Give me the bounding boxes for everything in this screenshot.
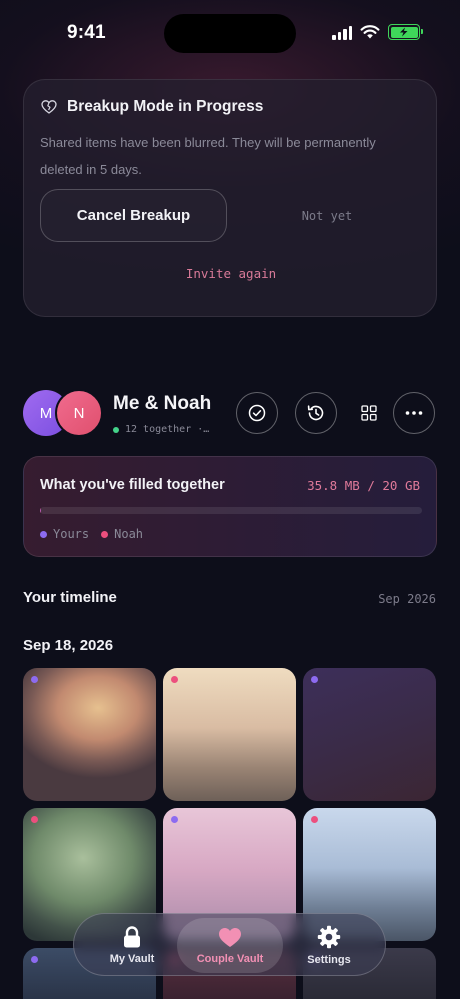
more-button[interactable] [393, 392, 435, 434]
couple-name: Me & Noah [113, 393, 212, 414]
couple-avatars[interactable]: M N [23, 389, 103, 437]
status-bar: 9:41 [0, 0, 460, 64]
check-button[interactable] [236, 392, 278, 434]
dynamic-island [164, 14, 296, 53]
heart-crack-icon [41, 100, 57, 114]
grid-icon [361, 405, 377, 421]
gear-icon [317, 925, 341, 949]
grid-view-button[interactable] [348, 392, 390, 434]
blurred-photo[interactable] [303, 668, 436, 801]
owner-dot-noah [311, 816, 318, 823]
history-button[interactable] [295, 392, 337, 434]
breakup-mode-card: Breakup Mode in Progress Shared items ha… [23, 79, 437, 317]
owner-dot-yours [31, 956, 38, 963]
blurred-photo[interactable] [23, 668, 156, 801]
owner-dot-yours [311, 676, 318, 683]
nav-couple-vault-label: Couple Vault [196, 952, 264, 965]
storage-legend: Yours Noah [40, 527, 143, 541]
heart-icon [219, 927, 241, 947]
wifi-icon [360, 24, 380, 38]
not-yet-button[interactable]: Not yet [277, 189, 377, 242]
storage-usage: 35.8 MB / 20 GB [307, 478, 420, 493]
storage-progress-fill [40, 507, 41, 514]
avatar-partner: N [55, 389, 103, 437]
owner-dot-noah [171, 676, 178, 683]
couple-subtitle: 12 together ·… [113, 424, 209, 435]
owner-dot-noah [31, 816, 38, 823]
legend-noah-dot [101, 530, 109, 538]
breakup-title: Breakup Mode in Progress [67, 98, 264, 115]
status-icons [332, 24, 423, 40]
legend-yours-label: Yours [53, 527, 90, 541]
online-status-dot [113, 426, 119, 433]
nav-settings[interactable]: Settings [279, 914, 379, 977]
storage-progress-bar [40, 507, 422, 514]
nav-my-vault[interactable]: My Vault [82, 914, 182, 977]
storage-title: What you've filled together [40, 477, 225, 493]
lock-icon [124, 926, 140, 948]
couple-subtitle-text: 12 together ·… [125, 424, 210, 435]
legend-noah: Noah [101, 527, 143, 541]
owner-dot-yours [31, 676, 38, 683]
history-icon [307, 405, 324, 421]
legend-yours-dot [40, 530, 47, 538]
status-time: 9:41 [67, 22, 106, 43]
blurred-photo[interactable] [163, 668, 296, 801]
more-icon [405, 411, 423, 415]
invite-again-button[interactable]: Invite again [24, 266, 438, 281]
timeline-title: Your timeline [23, 589, 117, 606]
check-circle-icon [248, 404, 266, 422]
storage-card: What you've filled together 35.8 MB / 20… [23, 456, 437, 557]
timeline-date-heading: Sep 18, 2026 [23, 637, 114, 654]
nav-couple-vault[interactable]: Couple Vault [177, 918, 283, 973]
timeline-month-filter[interactable]: Sep 2026 [378, 592, 436, 606]
legend-noah-label: Noah [114, 527, 144, 541]
battery-charging-icon [388, 24, 423, 40]
nav-settings-label: Settings [307, 954, 351, 966]
bottom-navigation: My Vault Couple Vault Settings [73, 913, 386, 976]
owner-dot-yours [171, 816, 178, 823]
legend-yours: Yours [40, 527, 89, 541]
breakup-description: Shared items have been blurred. They wil… [40, 135, 376, 177]
nav-my-vault-label: My Vault [109, 953, 155, 965]
cellular-signal-icon [332, 24, 352, 40]
cancel-breakup-button[interactable]: Cancel Breakup [40, 189, 227, 242]
